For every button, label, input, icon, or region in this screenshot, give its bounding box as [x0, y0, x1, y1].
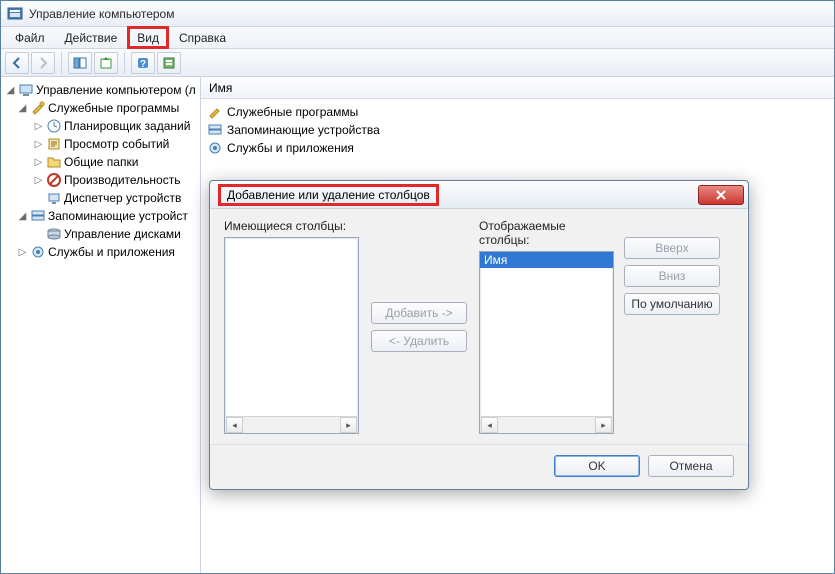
list-label: Служебные программы — [227, 105, 358, 119]
menu-action[interactable]: Действие — [55, 27, 128, 48]
menu-help[interactable]: Справка — [169, 27, 236, 48]
tree-label: Службы и приложения — [48, 245, 175, 259]
chevron-right-icon[interactable]: ▷ — [33, 175, 44, 186]
displayed-label: Отображаемые столбцы: — [479, 219, 614, 247]
tools-icon — [207, 104, 223, 120]
back-button[interactable] — [5, 52, 29, 74]
scrollbar[interactable]: ◂ ▸ — [226, 416, 357, 433]
menu-file[interactable]: Файл — [5, 27, 55, 48]
list-item[interactable]: Службы и приложения — [207, 139, 828, 157]
clock-icon — [46, 118, 62, 134]
middle-buttons: Добавить -> <- Удалить — [369, 219, 469, 434]
move-up-button[interactable]: Вверх — [624, 237, 720, 259]
tree-task-scheduler[interactable]: ▷ Планировщик заданий — [1, 117, 200, 135]
app-icon — [7, 6, 23, 22]
tree-label: Просмотр событий — [64, 137, 169, 151]
help-button[interactable]: ? — [131, 52, 155, 74]
chevron-right-icon[interactable]: ▷ — [33, 121, 44, 132]
list-item[interactable]: Служебные программы — [207, 103, 828, 121]
tree-label: Запоминающие устройст — [48, 209, 188, 223]
dialog-title: Добавление или удаление столбцов — [218, 184, 439, 206]
remove-button[interactable]: <- Удалить — [371, 330, 467, 352]
chevron-down-icon[interactable]: ◢ — [17, 211, 28, 222]
dialog-footer: OK Отмена — [210, 444, 748, 489]
tools-icon — [30, 100, 46, 116]
available-columns-group: Имеющиеся столбцы: ◂ ▸ — [224, 219, 359, 434]
storage-icon — [207, 122, 223, 138]
chevron-down-icon[interactable]: ◢ — [17, 103, 28, 114]
scroll-right-icon[interactable]: ▸ — [595, 417, 612, 433]
order-buttons: Вверх Вниз По умолчанию — [624, 219, 734, 434]
tree-device-manager[interactable]: Диспетчер устройств — [1, 189, 200, 207]
tree-root[interactable]: ◢ Управление компьютером (л — [1, 81, 200, 99]
scrollbar[interactable]: ◂ ▸ — [481, 416, 612, 433]
tree-disk-mgmt[interactable]: Управление дисками — [1, 225, 200, 243]
add-button[interactable]: Добавить -> — [371, 302, 467, 324]
dialog-body: Имеющиеся столбцы: ◂ ▸ Добавить -> <- Уд… — [210, 209, 748, 444]
toolbar-separator-2 — [124, 52, 125, 74]
displayed-columns-group: Отображаемые столбцы: Имя ◂ ▸ — [479, 219, 614, 434]
device-icon — [46, 190, 62, 206]
available-label: Имеющиеся столбцы: — [224, 219, 359, 233]
defaults-button[interactable]: По умолчанию — [624, 293, 720, 315]
tree-services-apps[interactable]: ▷ Службы и приложения — [1, 243, 200, 261]
chevron-down-icon[interactable]: ◢ — [5, 85, 16, 96]
forward-button[interactable] — [31, 52, 55, 74]
list-item-selected[interactable]: Имя — [480, 252, 613, 268]
performance-icon — [46, 172, 62, 188]
window-title: Управление компьютером — [29, 7, 174, 21]
list-label: Службы и приложения — [227, 141, 354, 155]
services-icon — [207, 140, 223, 156]
services-icon — [30, 244, 46, 260]
window-titlebar[interactable]: Управление компьютером — [1, 1, 834, 27]
cancel-button[interactable]: Отмена — [648, 455, 734, 477]
svg-text:?: ? — [140, 59, 146, 70]
tree-label: Управление компьютером (л — [36, 83, 196, 97]
menubar: Файл Действие Вид Справка — [1, 27, 834, 49]
chevron-right-icon[interactable]: ▷ — [17, 247, 28, 258]
computer-icon — [18, 82, 34, 98]
properties-button[interactable] — [157, 52, 181, 74]
displayed-listbox[interactable]: Имя ◂ ▸ — [479, 251, 614, 434]
folder-share-icon — [46, 154, 62, 170]
list-label: Запоминающие устройства — [227, 123, 380, 137]
scroll-left-icon[interactable]: ◂ — [226, 417, 243, 433]
move-down-button[interactable]: Вниз — [624, 265, 720, 287]
chevron-right-icon[interactable]: ▷ — [33, 157, 44, 168]
tree-label: Производительность — [64, 173, 180, 187]
tree-label: Служебные программы — [48, 101, 179, 115]
tree-label: Диспетчер устройств — [64, 191, 181, 205]
tree-label: Планировщик заданий — [64, 119, 190, 133]
scroll-left-icon[interactable]: ◂ — [481, 417, 498, 433]
ok-button[interactable]: OK — [554, 455, 640, 477]
scroll-track[interactable] — [243, 417, 340, 433]
tree-label: Общие папки — [64, 155, 138, 169]
list-item[interactable]: Запоминающие устройства — [207, 121, 828, 139]
nav-tree[interactable]: ◢ Управление компьютером (л ◢ Служебные … — [1, 77, 201, 573]
storage-icon — [30, 208, 46, 224]
tree-performance[interactable]: ▷ Производительность — [1, 171, 200, 189]
chevron-right-icon[interactable]: ▷ — [33, 139, 44, 150]
disk-icon — [46, 226, 62, 242]
toolbar: ? — [1, 49, 834, 77]
show-hide-tree-button[interactable] — [68, 52, 92, 74]
close-button[interactable] — [698, 185, 744, 205]
toolbar-separator — [61, 52, 62, 74]
available-listbox[interactable]: ◂ ▸ — [224, 237, 359, 434]
tree-shared-folders[interactable]: ▷ Общие папки — [1, 153, 200, 171]
scroll-track[interactable] — [498, 417, 595, 433]
event-icon — [46, 136, 62, 152]
tree-system-tools[interactable]: ◢ Служебные программы — [1, 99, 200, 117]
columns-dialog: Добавление или удаление столбцов Имеющие… — [209, 180, 749, 490]
export-button[interactable] — [94, 52, 118, 74]
tree-event-viewer[interactable]: ▷ Просмотр событий — [1, 135, 200, 153]
tree-storage[interactable]: ◢ Запоминающие устройст — [1, 207, 200, 225]
scroll-right-icon[interactable]: ▸ — [340, 417, 357, 433]
menu-view[interactable]: Вид — [127, 26, 169, 49]
column-header-name[interactable]: Имя — [201, 77, 834, 99]
tree-label: Управление дисками — [64, 227, 181, 241]
dialog-titlebar[interactable]: Добавление или удаление столбцов — [210, 181, 748, 209]
